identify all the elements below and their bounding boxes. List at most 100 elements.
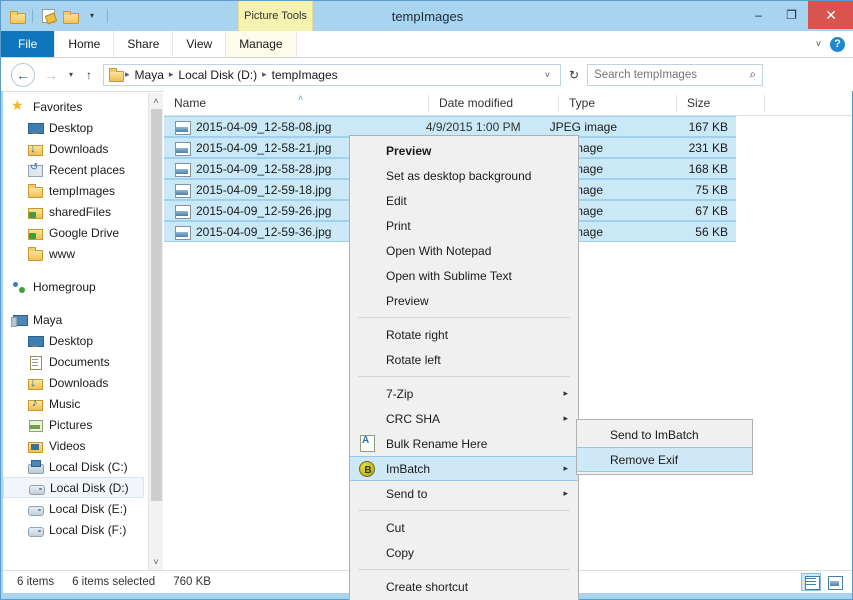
customize-qat-caret-icon[interactable]: ▾ (82, 6, 102, 26)
window-controls[interactable]: – ❐ ✕ (742, 1, 853, 29)
sidebar-item-local-disk-d[interactable]: Local Disk (D:) (3, 477, 144, 498)
breadcrumb-dropdown-caret-icon[interactable]: ˅ (539, 70, 556, 80)
large-icons-view-button[interactable] (824, 573, 844, 591)
nav-label: Documents (49, 355, 110, 369)
sidebar-item-google-drive[interactable]: Google Drive (3, 222, 148, 243)
jpeg-file-icon (174, 119, 190, 135)
menu-item-send-to[interactable]: Send to ▸ (350, 481, 578, 506)
details-view-button[interactable] (801, 573, 821, 591)
context-menu[interactable]: Preview Set as desktop background Edit P… (349, 135, 579, 600)
menu-item-edit[interactable]: Edit (350, 188, 578, 213)
refresh-button[interactable]: ↻ (565, 68, 583, 82)
sidebar-item-desktop[interactable]: Desktop (3, 117, 148, 138)
view-toggle-group[interactable] (801, 573, 852, 591)
breadcrumb[interactable]: ▸ Maya ▸ Local Disk (D:) ▸ tempImages ˅ (103, 64, 561, 86)
search-box[interactable]: ⌕ (587, 64, 763, 86)
menu-item-copy[interactable]: Copy (350, 540, 578, 565)
jpeg-file-icon (174, 182, 190, 198)
scroll-up-icon[interactable]: ˄ (149, 93, 164, 109)
sidebar-item-downloads[interactable]: Downloads (3, 138, 148, 159)
menu-item-print[interactable]: Print (350, 213, 578, 238)
menu-item-bulk-rename-here[interactable]: Bulk Rename Here (350, 431, 578, 456)
sidebar-item-pictures[interactable]: Pictures (3, 414, 148, 435)
scrollbar-thumb[interactable] (151, 109, 162, 501)
properties-icon[interactable] (38, 6, 58, 26)
sidebar-item-videos[interactable]: Videos (3, 435, 148, 456)
menu-item-label: ImBatch (386, 462, 430, 476)
sidebar-item-www[interactable]: www (3, 243, 148, 264)
navigation-pane[interactable]: Favorites Desktop Downloads Recent place… (3, 92, 148, 571)
minimize-button[interactable]: – (742, 1, 775, 29)
nav-group-homegroup[interactable]: Homegroup (3, 276, 148, 297)
sidebar-item-sharedfiles[interactable]: sharedFiles (3, 201, 148, 222)
quick-access-toolbar[interactable]: ▾ (7, 5, 111, 27)
sidebar-item-pc-desktop[interactable]: Desktop (3, 330, 148, 351)
ribbon-spacer (297, 31, 816, 57)
new-folder-icon[interactable] (60, 6, 80, 26)
menu-item-preview-2[interactable]: Preview (350, 288, 578, 313)
menu-item-open-with-notepad[interactable]: Open With Notepad (350, 238, 578, 263)
menu-item-create-shortcut[interactable]: Create shortcut (350, 574, 578, 599)
back-button[interactable]: ← (11, 63, 35, 87)
file-size-cell: 67 KB (652, 200, 736, 221)
menu-item-crc-sha[interactable]: CRC SHA ▸ (350, 406, 578, 431)
menu-item-cut[interactable]: Cut (350, 515, 578, 540)
sidebar-item-recent-places[interactable]: Recent places (3, 159, 148, 180)
menu-item-7-zip[interactable]: 7-Zip ▸ (350, 381, 578, 406)
table-row[interactable]: 2015-04-09_12-58-08.jpg 4/9/2015 1:00 PM… (164, 116, 736, 137)
submenu-item-send-to-imbatch[interactable]: Send to ImBatch (577, 422, 752, 447)
imbatch-icon (359, 461, 375, 477)
submenu-item-remove-exif[interactable]: Remove Exif (577, 447, 752, 472)
music-icon (27, 396, 43, 412)
sidebar-item-local-disk-f[interactable]: Local Disk (F:) (3, 519, 148, 540)
up-button[interactable]: ↑ (79, 68, 99, 82)
menu-item-set-as-desktop-background[interactable]: Set as desktop background (350, 163, 578, 188)
tab-share[interactable]: Share (114, 31, 173, 57)
tab-home[interactable]: Home (55, 31, 114, 57)
navpane-scrollbar[interactable]: ˄ ˅ (148, 93, 163, 570)
column-header-size[interactable]: Size (677, 91, 765, 116)
help-icon[interactable]: ? (830, 37, 845, 52)
large-icons-view-icon (828, 576, 841, 588)
file-size-cell: 56 KB (652, 221, 736, 242)
nav-spacer-2 (3, 297, 148, 309)
download-folder-icon (27, 141, 43, 157)
forward-button[interactable]: → (39, 63, 63, 87)
column-header-name[interactable]: Name ˄ (164, 91, 429, 116)
sidebar-item-pc-downloads[interactable]: Downloads (3, 372, 148, 393)
column-header-type[interactable]: Type (559, 91, 677, 116)
folder-icon[interactable] (7, 6, 27, 26)
nav-group-maya[interactable]: Maya (3, 309, 148, 330)
menu-item-open-with-sublime-text[interactable]: Open with Sublime Text (350, 263, 578, 288)
shared-folder-icon (27, 225, 43, 241)
nav-group-favorites[interactable]: Favorites (3, 96, 148, 117)
breadcrumb-item-maya[interactable]: Maya (131, 68, 168, 82)
chevron-down-icon[interactable]: ˅ (816, 39, 821, 49)
menu-item-rotate-right[interactable]: Rotate right (350, 322, 578, 347)
column-header-date-modified[interactable]: Date modified (429, 91, 559, 116)
close-button[interactable]: ✕ (808, 1, 853, 29)
breadcrumb-item-local-disk-d[interactable]: Local Disk (D:) (174, 68, 261, 82)
documents-icon (27, 354, 43, 370)
recent-locations-caret-icon[interactable]: ▾ (63, 70, 79, 79)
menu-item-imbatch[interactable]: ImBatch ▸ (350, 456, 578, 481)
search-input[interactable] (594, 69, 749, 81)
file-type-cell: JPEG image (540, 116, 652, 137)
imbatch-submenu[interactable]: Send to ImBatch Remove Exif (576, 419, 753, 475)
tab-manage[interactable]: Manage (226, 31, 296, 57)
sidebar-item-documents[interactable]: Documents (3, 351, 148, 372)
maximize-button[interactable]: ❐ (775, 1, 808, 29)
column-label: Type (569, 96, 595, 110)
sidebar-item-music[interactable]: Music (3, 393, 148, 414)
tab-view[interactable]: View (173, 31, 226, 57)
tab-file[interactable]: File (1, 31, 55, 57)
nav-label: Maya (33, 313, 62, 327)
sidebar-item-local-disk-c[interactable]: Local Disk (C:) (3, 456, 148, 477)
file-name-cell: 2015-04-09_12-58-08.jpg (164, 116, 416, 137)
sidebar-item-local-disk-e[interactable]: Local Disk (E:) (3, 498, 148, 519)
sidebar-item-tempimages[interactable]: tempImages (3, 180, 148, 201)
menu-item-preview[interactable]: Preview (350, 138, 578, 163)
menu-item-rotate-left[interactable]: Rotate left (350, 347, 578, 372)
breadcrumb-item-tempimages[interactable]: tempImages (268, 68, 342, 82)
scroll-down-icon[interactable]: ˅ (149, 554, 164, 570)
